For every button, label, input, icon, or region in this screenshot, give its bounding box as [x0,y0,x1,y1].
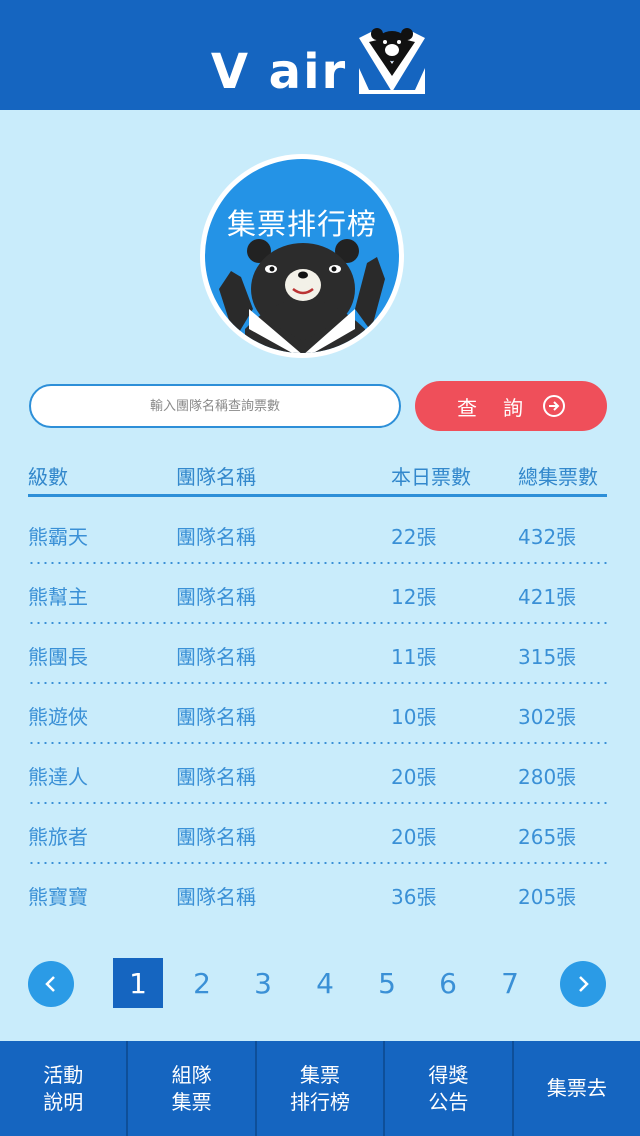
page-5[interactable]: 5 [362,958,412,1008]
bottom-tab-bar: 活動 說明 組隊 集票 集票 排行榜 得獎 公告 集票去 [0,1041,640,1136]
row-team-name: 團隊名稱 [176,825,256,849]
team-search-input[interactable] [29,384,401,428]
table-row: 熊團長 團隊名稱 11張 315張 [28,624,607,684]
row-total: 280張 [518,765,577,789]
row-total: 205張 [518,885,577,909]
row-today: 20張 [391,825,437,849]
chevron-right-icon [579,976,589,992]
table-header: 級數 團隊名稱 本日票數 總集票數 [28,455,607,497]
page-1[interactable]: 1 [113,958,163,1008]
table-row: 熊寶寶 團隊名稱 36張 205張 [28,864,607,924]
tab-collect-tickets[interactable]: 集票去 [514,1041,640,1136]
bear-mascot-icon [359,28,426,94]
tab-leaderboard[interactable]: 集票 排行榜 [257,1041,386,1136]
header-today-tickets: 本日票數 [391,465,471,489]
header-team-name: 團隊名稱 [176,465,256,489]
row-level: 熊霸天 [28,525,88,549]
table-row: 熊遊俠 團隊名稱 10張 302張 [28,684,607,744]
row-total: 432張 [518,525,577,549]
arrow-right-icon [543,395,565,417]
row-team-name: 團隊名稱 [176,585,256,609]
table-row: 熊達人 團隊名稱 20張 280張 [28,744,607,804]
row-level: 熊寶寶 [28,885,88,909]
page-7[interactable]: 7 [485,958,535,1008]
table-row: 熊霸天 團隊名稱 22張 432張 [28,504,607,564]
header-total-tickets: 總集票數 [518,465,598,489]
vair-logo[interactable]: V air [211,28,429,96]
row-total: 315張 [518,645,577,669]
row-level: 熊團長 [28,645,88,669]
row-level: 熊遊俠 [28,705,88,729]
row-today: 12張 [391,585,437,609]
page-3[interactable]: 3 [238,958,288,1008]
row-team-name: 團隊名稱 [176,645,256,669]
row-level: 熊幫主 [28,585,88,609]
page-2[interactable]: 2 [177,958,227,1008]
leaderboard-badge: 集票排行榜 [200,154,404,358]
row-team-name: 團隊名稱 [176,525,256,549]
logo-text: V air [210,44,348,100]
table-row: 熊幫主 團隊名稱 12張 421張 [28,564,607,624]
badge-title: 集票排行榜 [226,207,377,241]
chevron-left-icon [45,976,55,992]
tab-event-info[interactable]: 活動 說明 [0,1041,129,1136]
pagination: 1 2 3 4 5 6 7 [0,956,640,1012]
header-level: 級數 [28,465,68,489]
row-team-name: 團隊名稱 [176,765,256,789]
row-level: 熊達人 [28,765,88,789]
bear-illustration [219,239,385,353]
row-total: 265張 [518,825,577,849]
row-today: 22張 [391,525,437,549]
row-team-name: 團隊名稱 [176,705,256,729]
row-team-name: 團隊名稱 [176,885,256,909]
row-today: 20張 [391,765,437,789]
row-total: 421張 [518,585,577,609]
page-6[interactable]: 6 [423,958,473,1008]
search-button-label: 查詢 [457,395,549,420]
next-page-button[interactable] [560,961,606,1007]
row-total: 302張 [518,705,577,729]
row-today: 11張 [391,645,437,669]
table-row: 熊旅者 團隊名稱 20張 265張 [28,804,607,864]
row-today: 10張 [391,705,437,729]
row-today: 36張 [391,885,437,909]
tab-team-collect[interactable]: 組隊 集票 [128,1041,257,1136]
search-button[interactable]: 查詢 [415,381,607,431]
app-header: V air [0,0,640,110]
page-4[interactable]: 4 [300,958,350,1008]
prev-page-button[interactable] [28,961,74,1007]
tab-winners[interactable]: 得獎 公告 [385,1041,514,1136]
row-level: 熊旅者 [28,825,88,849]
